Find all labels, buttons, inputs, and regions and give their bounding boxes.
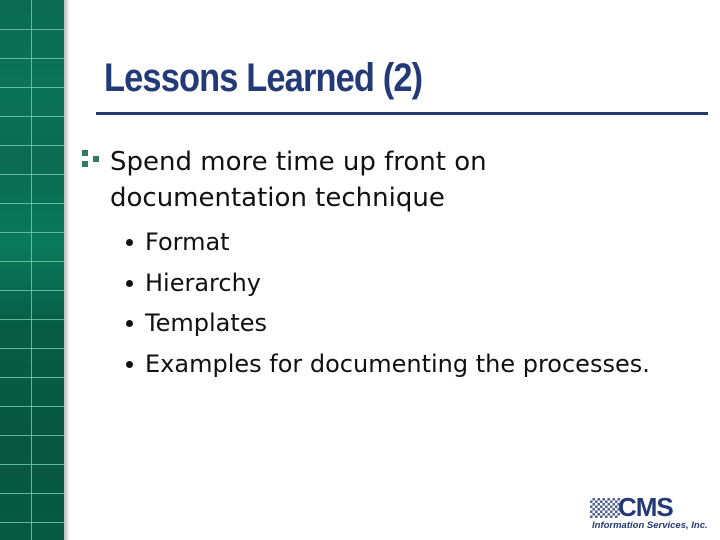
title-underline: [96, 112, 708, 115]
sidebar-grid-line: [0, 377, 64, 378]
sidebar-grid-line: [0, 232, 64, 233]
company-logo: CMS Information Services, Inc.: [590, 492, 708, 532]
list-item: Examples for documenting the processes.: [126, 344, 650, 385]
sidebar-grid-line: [0, 464, 64, 465]
sidebar-grid-line: [0, 145, 64, 146]
bullet-dot-icon: [126, 320, 133, 327]
slide-title: Lessons Learned (2): [104, 56, 423, 100]
sidebar-grid-line: [0, 29, 64, 30]
main-bullet-text: Spend more time up front on documentatio…: [110, 147, 487, 213]
sidebar-grid-line: [0, 493, 64, 494]
list-item-text: Format: [145, 228, 230, 256]
list-item-text: Templates: [145, 309, 268, 337]
bullet-dot-icon: [126, 360, 133, 368]
list-item-text: Hierarchy: [145, 268, 262, 297]
checker-pattern-icon: [590, 498, 620, 518]
sidebar-grid-line: [0, 406, 64, 407]
list-item: Hierarchy: [126, 263, 650, 304]
sidebar-grid-line: [0, 174, 64, 175]
sidebar-grid-line: [0, 87, 64, 88]
sidebar-shadow: [64, 0, 70, 540]
list-item: Templates: [126, 303, 650, 344]
sidebar-grid-line: [0, 319, 64, 320]
sub-bullet-list: Format Hierarchy Templates Examples for …: [126, 222, 650, 385]
sidebar-grid-line: [31, 0, 32, 540]
sidebar-grid-line: [0, 290, 64, 291]
bullet-dot-icon: [126, 239, 133, 246]
sidebar-grid-line: [0, 348, 64, 349]
logo-subtitle: Information Services, Inc.: [592, 520, 708, 531]
sidebar-grid-line: [0, 435, 64, 436]
sidebar-grid-line: [0, 203, 64, 204]
list-item: Format: [126, 222, 650, 263]
bullet-dot-icon: [126, 279, 133, 287]
square-bullet-icon: [82, 148, 108, 172]
sidebar-grid-line: [0, 58, 64, 59]
decorative-sidebar: [0, 0, 64, 540]
logo-wordmark: CMS: [618, 492, 674, 522]
list-item-text: Examples for documenting the processes.: [145, 349, 650, 378]
sidebar-grid-line: [0, 522, 64, 523]
sidebar-grid-line: [0, 116, 64, 117]
sidebar-grid-line: [0, 261, 64, 262]
